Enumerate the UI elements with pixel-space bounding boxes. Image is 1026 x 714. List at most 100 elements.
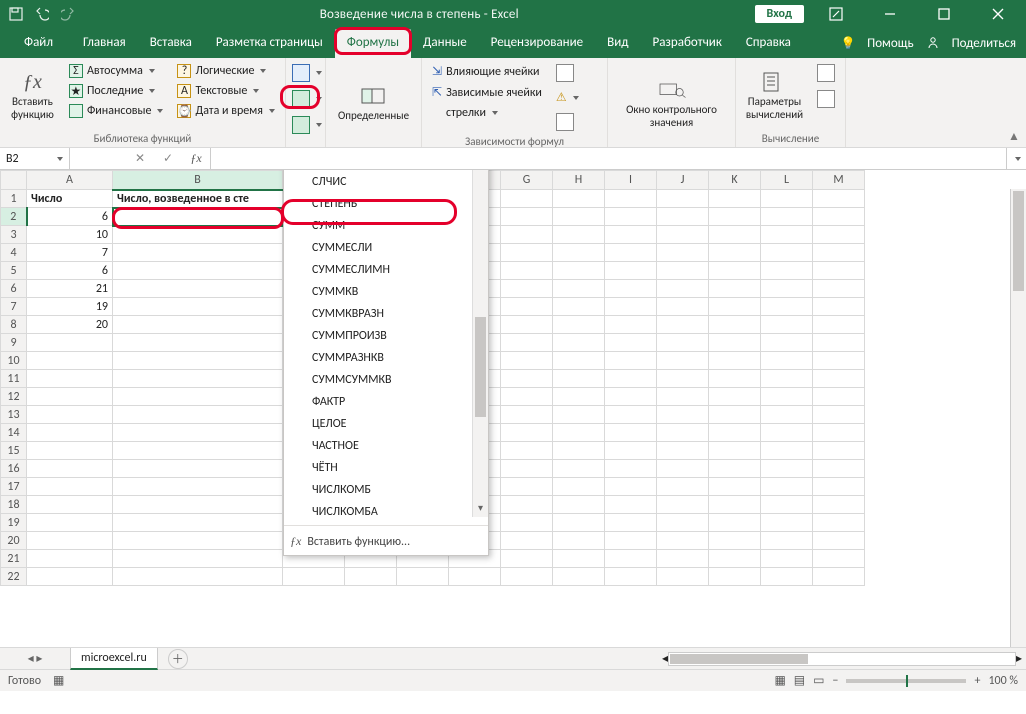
cell-L1[interactable] — [761, 190, 813, 208]
cell-B3[interactable] — [113, 226, 283, 244]
trace-dependents-button[interactable]: ⇱Зависимые ячейки — [428, 83, 546, 102]
macro-record-icon[interactable]: ▦ — [53, 673, 64, 688]
tab-1[interactable]: Вставка — [138, 29, 204, 58]
cell-M13[interactable] — [813, 406, 865, 424]
cell-A9[interactable] — [27, 334, 113, 352]
cell-M9[interactable] — [813, 334, 865, 352]
vertical-scrollbar[interactable] — [1010, 189, 1026, 647]
cell-B4[interactable] — [113, 244, 283, 262]
cell-G15[interactable] — [501, 442, 553, 460]
zoom-out-button[interactable]: − — [832, 674, 838, 688]
close-button[interactable] — [976, 0, 1020, 28]
cell-H3[interactable] — [553, 226, 605, 244]
cell-K2[interactable] — [709, 208, 761, 226]
tab-3[interactable]: Формулы — [335, 29, 411, 58]
row-header-12[interactable]: 12 — [1, 388, 27, 406]
cell-A8[interactable]: 20 — [27, 316, 113, 334]
cell-G19[interactable] — [501, 514, 553, 532]
cell-B14[interactable] — [113, 424, 283, 442]
share-icon[interactable] — [922, 36, 944, 50]
cell-J22[interactable] — [657, 568, 709, 586]
cell-B17[interactable] — [113, 478, 283, 496]
formula-input[interactable] — [211, 148, 1006, 169]
collapse-ribbon-icon[interactable]: ▲ — [1008, 129, 1024, 145]
cell-G14[interactable] — [501, 424, 553, 442]
cell-B16[interactable] — [113, 460, 283, 478]
cell-A17[interactable] — [27, 478, 113, 496]
cell-B9[interactable] — [113, 334, 283, 352]
cell-H11[interactable] — [553, 370, 605, 388]
cell-F22[interactable] — [449, 568, 501, 586]
cell-M3[interactable] — [813, 226, 865, 244]
cell-L16[interactable] — [761, 460, 813, 478]
tab-0[interactable]: Главная — [71, 29, 138, 58]
col-header-G[interactable]: G — [501, 171, 553, 190]
cell-I9[interactable] — [605, 334, 657, 352]
financial-button[interactable]: Финансовые — [65, 102, 168, 120]
cell-H8[interactable] — [553, 316, 605, 334]
name-box[interactable]: B2 — [0, 148, 70, 169]
cell-B19[interactable] — [113, 514, 283, 532]
cell-L7[interactable] — [761, 298, 813, 316]
cell-B22[interactable] — [113, 568, 283, 586]
row-header-3[interactable]: 3 — [1, 226, 27, 244]
insert-function-button[interactable]: ƒx Вставитьфункцию — [6, 62, 59, 130]
row-header-5[interactable]: 5 — [1, 262, 27, 280]
cell-J6[interactable] — [657, 280, 709, 298]
cell-J9[interactable] — [657, 334, 709, 352]
cell-I3[interactable] — [605, 226, 657, 244]
tell-me-icon[interactable]: 💡 — [837, 36, 859, 51]
cell-L12[interactable] — [761, 388, 813, 406]
row-header-6[interactable]: 6 — [1, 280, 27, 298]
spreadsheet[interactable]: ABCDEFGHIJKLM1ЧислоЧисло, возведенное в … — [0, 170, 1026, 647]
row-header-17[interactable]: 17 — [1, 478, 27, 496]
cell-A6[interactable]: 21 — [27, 280, 113, 298]
cell-A16[interactable] — [27, 460, 113, 478]
cell-A3[interactable]: 10 — [27, 226, 113, 244]
row-header-14[interactable]: 14 — [1, 424, 27, 442]
cell-A18[interactable] — [27, 496, 113, 514]
cell-D22[interactable] — [345, 568, 397, 586]
row-header-20[interactable]: 20 — [1, 532, 27, 550]
cell-B18[interactable] — [113, 496, 283, 514]
cell-I20[interactable] — [605, 532, 657, 550]
row-header-9[interactable]: 9 — [1, 334, 27, 352]
cell-I10[interactable] — [605, 352, 657, 370]
cell-M4[interactable] — [813, 244, 865, 262]
cell-H18[interactable] — [553, 496, 605, 514]
cell-K10[interactable] — [709, 352, 761, 370]
cell-B20[interactable] — [113, 532, 283, 550]
cell-I7[interactable] — [605, 298, 657, 316]
row-header-22[interactable]: 22 — [1, 568, 27, 586]
view-normal-icon[interactable]: ▦ — [774, 673, 785, 688]
cell-M18[interactable] — [813, 496, 865, 514]
row-header-1[interactable]: 1 — [1, 190, 27, 208]
cell-K16[interactable] — [709, 460, 761, 478]
zoom-slider[interactable] — [846, 679, 966, 683]
cell-E22[interactable] — [397, 568, 449, 586]
cell-M21[interactable] — [813, 550, 865, 568]
cell-I15[interactable] — [605, 442, 657, 460]
cell-H16[interactable] — [553, 460, 605, 478]
cell-C22[interactable] — [283, 568, 345, 586]
dd-item-чётн[interactable]: ЧЁТН — [284, 457, 488, 479]
cell-M5[interactable] — [813, 262, 865, 280]
cell-J3[interactable] — [657, 226, 709, 244]
cell-M22[interactable] — [813, 568, 865, 586]
cell-I18[interactable] — [605, 496, 657, 514]
cell-I8[interactable] — [605, 316, 657, 334]
cell-H2[interactable] — [553, 208, 605, 226]
zoom-in-button[interactable]: + — [974, 674, 980, 688]
cell-J8[interactable] — [657, 316, 709, 334]
row-header-4[interactable]: 4 — [1, 244, 27, 262]
cell-K3[interactable] — [709, 226, 761, 244]
cell-G20[interactable] — [501, 532, 553, 550]
text-button[interactable]: AТекстовые — [173, 82, 279, 100]
login-button[interactable]: Вход — [755, 5, 804, 23]
cell-L22[interactable] — [761, 568, 813, 586]
cell-K20[interactable] — [709, 532, 761, 550]
cell-G9[interactable] — [501, 334, 553, 352]
cell-I4[interactable] — [605, 244, 657, 262]
cell-I2[interactable] — [605, 208, 657, 226]
cell-K1[interactable] — [709, 190, 761, 208]
